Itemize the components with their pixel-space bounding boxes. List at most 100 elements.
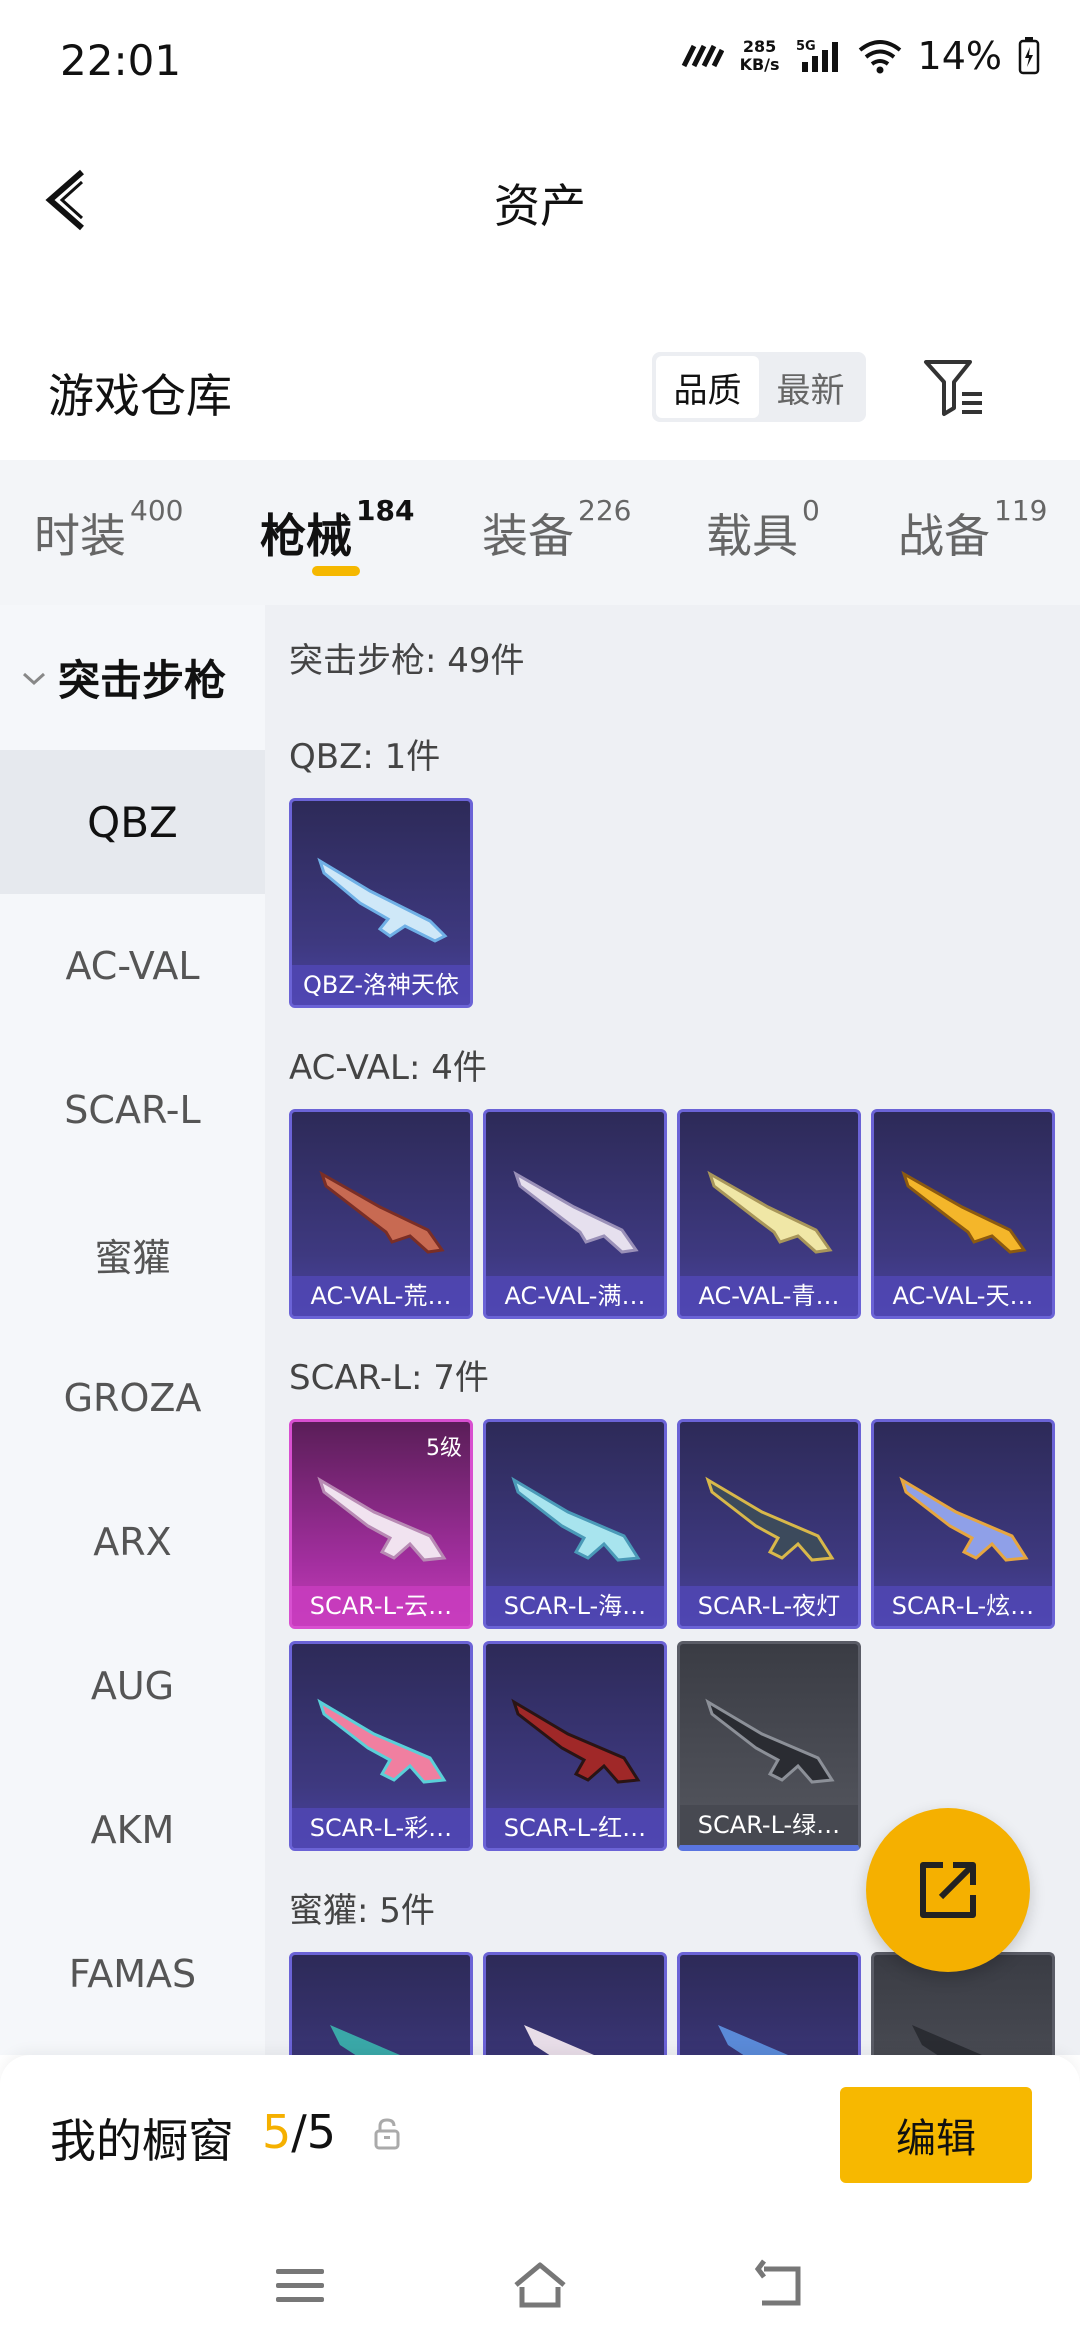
rifle-icon [901, 1170, 1027, 1254]
chevron-down-icon [22, 672, 46, 685]
signal-brand-icon [681, 44, 724, 68]
weapon-name: SCAR-L-彩… [292, 1808, 470, 1848]
rifle-icon [707, 1170, 833, 1254]
showcase-count: 5/5 [262, 2105, 336, 2159]
weapon-card[interactable]: SCAR-L-夜灯 [677, 1419, 861, 1629]
rifle-icon [718, 2025, 788, 2055]
sidebar-item-akm[interactable]: AKM [0, 1758, 265, 1902]
filter-icon[interactable] [922, 356, 986, 420]
status-time: 22:01 [60, 36, 182, 85]
status-bar: 22:01 285 KB/s 5G 14% [0, 0, 1080, 120]
share-button[interactable] [866, 1808, 1030, 1972]
sidebar-item-honey-badger[interactable]: 蜜獾 [0, 1182, 265, 1326]
rifle-icon [330, 2025, 400, 2055]
rifle-icon [511, 1698, 641, 1784]
weapon-card[interactable]: SCAR-L-炫… [871, 1419, 1055, 1629]
weapon-name: SCAR-L-炫… [874, 1586, 1052, 1626]
app-header: 资产 [0, 140, 1080, 260]
weapon-card[interactable]: AC-VAL-青… [677, 1109, 861, 1319]
lock-icon [374, 2118, 400, 2150]
tab-vehicles[interactable]: 载具 0 [706, 494, 820, 566]
rifle-icon [317, 1698, 447, 1784]
warehouse-title: 游戏仓库 [48, 369, 232, 423]
section-title: QBZ: 1件 [289, 737, 441, 777]
battery-percent: 14% [917, 34, 1002, 78]
weapon-name: AC-VAL-天… [874, 1276, 1052, 1316]
weapon-card[interactable]: SCAR-L-绿… [677, 1641, 861, 1851]
rifle-icon [513, 1170, 639, 1254]
tab-label: 枪械 [260, 509, 352, 563]
tab-label: 装备 [482, 509, 574, 563]
sidebar-item-qbz[interactable]: QBZ [0, 750, 265, 894]
level-badge: 5级 [426, 1436, 462, 1461]
weapon-card[interactable]: AC-VAL-荒… [289, 1109, 473, 1319]
page-title: 资产 [494, 179, 586, 233]
sort-option-quality[interactable]: 品质 [656, 356, 759, 418]
weapon-card[interactable]: SCAR-L-海… [483, 1419, 667, 1629]
tab-count: 226 [578, 494, 632, 527]
rifle-icon [912, 2025, 982, 2055]
sidebar-item-aug[interactable]: AUG [0, 1614, 265, 1758]
sidebar-item-arx[interactable]: ARX [0, 1470, 265, 1614]
weapon-card[interactable]: SCAR-L-彩… [289, 1641, 473, 1851]
section-title: AC-VAL: 4件 [289, 1048, 487, 1088]
speed-unit: KB/s [739, 55, 780, 74]
rifle-icon [317, 1476, 447, 1562]
tab-count: 0 [802, 494, 820, 527]
weapon-name: SCAR-L-红… [486, 1808, 664, 1848]
sidebar-item-scar-l[interactable]: SCAR-L [0, 1038, 265, 1182]
weapon-card[interactable]: SCAR-L-红… [483, 1641, 667, 1851]
sidebar-item-groza[interactable]: GROZA [0, 1326, 265, 1470]
edit-button[interactable]: 编辑 [840, 2087, 1032, 2183]
weapon-card[interactable] [677, 1952, 861, 2055]
showcase-total: /5 [291, 2105, 337, 2159]
weapon-name: AC-VAL-青… [680, 1276, 858, 1316]
speed-value: 285 [742, 37, 777, 56]
tab-supplies[interactable]: 战备 119 [898, 494, 1047, 566]
sidebar-item-ac-val[interactable]: AC-VAL [0, 894, 265, 1038]
weapon-name: SCAR-L-云… [292, 1586, 470, 1626]
rifle-icon [511, 1476, 641, 1562]
cellular-signal-icon: 5G [796, 39, 838, 72]
section-title: SCAR-L: 7件 [289, 1358, 489, 1398]
tab-label: 战备 [898, 509, 990, 563]
tab-fashion[interactable]: 时装 400 [34, 494, 183, 566]
sort-toggle: 品质 最新 [652, 352, 866, 422]
tab-equipment[interactable]: 装备 226 [482, 494, 631, 566]
tab-count: 184 [356, 494, 415, 527]
sidebar-category[interactable]: 突击步枪 [0, 605, 265, 750]
tab-firearms[interactable]: 枪械 184 [260, 494, 414, 566]
weapon-card[interactable]: AC-VAL-满… [483, 1109, 667, 1319]
warehouse-header: 游戏仓库 品质 最新 [0, 330, 1080, 450]
menu-icon[interactable] [270, 2255, 330, 2315]
battery-charging-icon [1018, 37, 1040, 75]
status-icons: 285 KB/s 5G 14% [680, 34, 1040, 78]
weapon-name: AC-VAL-满… [486, 1276, 664, 1316]
sort-option-newest[interactable]: 最新 [759, 356, 862, 418]
tab-label: 时装 [34, 509, 126, 563]
weapon-card[interactable]: 5级 SCAR-L-云… [289, 1419, 473, 1629]
weapon-name: SCAR-L-绿… [680, 1805, 858, 1845]
rifle-icon [705, 1476, 835, 1562]
weapon-card[interactable]: AC-VAL-天… [871, 1109, 1055, 1319]
rifle-icon [524, 2025, 594, 2055]
showcase-current: 5 [262, 2105, 292, 2159]
sidebar-item-famas[interactable]: FAMAS [0, 1902, 265, 2046]
home-icon[interactable] [510, 2255, 570, 2315]
share-icon [920, 1862, 976, 1918]
rifle-icon [317, 857, 448, 943]
rifle-icon [899, 1476, 1029, 1562]
weapon-card[interactable]: QBZ-洛神天依 [289, 798, 473, 1008]
section-title: 蜜獾: 5件 [289, 1891, 435, 1931]
weapon-name: QBZ-洛神天依 [292, 965, 470, 1005]
sidebar-category-label: 突击步枪 [58, 656, 227, 705]
rifle-icon [319, 1170, 445, 1254]
network-speed: 285 KB/s [740, 38, 780, 74]
weapon-card[interactable] [289, 1952, 473, 2055]
system-nav-bar [0, 2215, 1080, 2344]
weapon-sidebar: 突击步枪 QBZ AC-VAL SCAR-L 蜜獾 GROZA ARX AUG … [0, 605, 265, 2055]
back-nav-icon[interactable] [750, 2255, 810, 2315]
weapon-card[interactable] [483, 1952, 667, 2055]
wifi-icon [858, 40, 901, 74]
tab-count: 119 [994, 494, 1048, 527]
